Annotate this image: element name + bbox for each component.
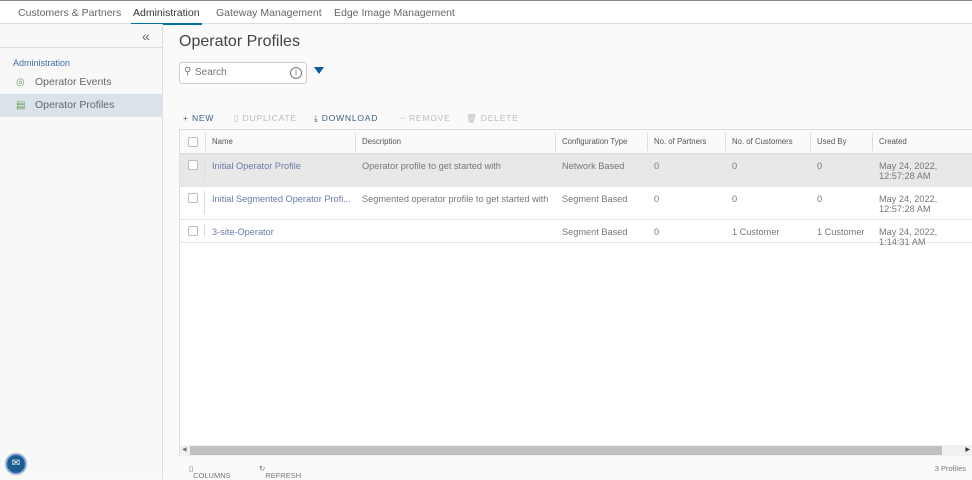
duplicate-button[interactable]: ▯ DUPLICATE	[234, 113, 297, 124]
divider	[204, 158, 205, 181]
top-nav: Customers & Partners Administration Gate…	[0, 0, 972, 25]
cell-name[interactable]: 3-site-Operator	[212, 220, 352, 237]
refresh-button[interactable]: ↻ REFRESH	[259, 464, 301, 480]
duplicate-label: DUPLICATE	[242, 113, 297, 123]
cell-config: Network Based	[562, 161, 625, 171]
new-button[interactable]: + NEW	[183, 113, 214, 123]
tab-gateway-management[interactable]: Gateway Management	[216, 7, 322, 19]
profiles-icon: ▤	[16, 100, 26, 111]
row-checkbox[interactable]	[188, 226, 198, 236]
column-header-customers[interactable]: No. of Customers	[725, 133, 810, 151]
sidebar-item-operator-events[interactable]: ◎ Operator Events	[0, 71, 163, 94]
profiles-table: Name Description Configuration Type No. …	[179, 129, 972, 456]
sidebar-item-operator-profiles[interactable]: ▤ Operator Profiles	[0, 94, 163, 117]
cell-customers: 0	[732, 161, 738, 171]
table-footer: ▯ COLUMNS ↻ REFRESH 3 Profiles	[180, 457, 972, 480]
sidebar-item-label: Operator Profiles	[35, 99, 115, 111]
download-label: DOWNLOAD	[321, 113, 379, 123]
divider	[204, 191, 205, 214]
page-title: Operator Profiles	[179, 33, 300, 50]
scroll-right-icon[interactable]: ▶	[965, 446, 970, 453]
divider	[204, 224, 205, 237]
delete-button[interactable]: 🗑 DELETE	[466, 113, 519, 124]
row-checkbox[interactable]	[188, 193, 198, 203]
table-header: Name Description Configuration Type No. …	[180, 130, 972, 154]
download-button[interactable]: ⤓ DOWNLOAD	[314, 113, 378, 124]
cell-name[interactable]: Initial Operator Profile	[212, 154, 352, 171]
scroll-left-icon[interactable]: ◀	[182, 446, 187, 453]
cell-name[interactable]: Initial Segmented Operator Profi...	[212, 187, 352, 204]
table-row[interactable]: Initial Operator Profile Operator profile…	[180, 154, 972, 187]
column-header-config-type[interactable]: Configuration Type	[555, 133, 647, 151]
tab-customers-partners[interactable]: Customers & Partners	[18, 7, 121, 19]
tab-edge-image-management[interactable]: Edge Image Management	[334, 7, 455, 19]
cell-partners: 0	[654, 227, 660, 237]
column-header-name[interactable]: Name	[205, 133, 355, 151]
sidebar: « Administration ◎ Operator Events ▤ Ope…	[0, 24, 163, 479]
sidebar-section-title: Administration	[13, 58, 71, 68]
cell-description	[362, 220, 552, 227]
search-icon: ⚲	[184, 66, 192, 77]
select-all-checkbox[interactable]	[188, 137, 198, 147]
remove-label: REMOVE	[408, 113, 451, 123]
cell-used-by: 0	[817, 161, 823, 171]
tab-administration[interactable]: Administration	[131, 7, 202, 25]
row-checkbox[interactable]	[188, 160, 198, 170]
cell-description: Operator profile to get started with	[362, 161, 501, 171]
collapse-sidebar-icon[interactable]: «	[142, 28, 150, 44]
cell-created: May 24, 2022, 1:14:31 AM	[879, 227, 938, 247]
divider	[0, 47, 163, 48]
table-row[interactable]: 3-site-Operator Segment Based 0 1 Customer 1…	[180, 220, 972, 247]
chat-support-icon[interactable]: ✉	[5, 453, 27, 475]
cell-created: May 24, 2022, 12:57:28 AM	[879, 161, 938, 181]
cell-customers: 1 Customer	[732, 227, 780, 237]
column-header-partners[interactable]: No. of Partners	[647, 133, 725, 151]
delete-label: DELETE	[480, 113, 519, 123]
cell-description: Segmented operator profile to get starte…	[362, 194, 549, 204]
events-icon: ◎	[16, 77, 25, 88]
profile-count: 3 Profiles	[934, 464, 966, 473]
remove-button[interactable]: − REMOVE	[400, 113, 451, 123]
sidebar-item-label: Operator Events	[35, 76, 112, 88]
cell-partners: 0	[654, 194, 660, 204]
column-header-used-by[interactable]: Used By	[810, 133, 872, 151]
info-icon[interactable]: i	[290, 67, 302, 79]
scrollbar-thumb[interactable]	[190, 446, 942, 455]
column-header-description[interactable]: Description	[355, 133, 555, 151]
cell-created: May 24, 2022, 12:57:28 AM	[879, 194, 938, 214]
filter-icon[interactable]	[314, 67, 324, 74]
column-header-created[interactable]: Created	[872, 133, 972, 151]
search-box: ⚲ i	[179, 62, 307, 84]
table-row[interactable]: Initial Segmented Operator Profi... Segme…	[180, 187, 972, 220]
new-label: NEW	[191, 113, 215, 123]
cell-config: Segment Based	[562, 227, 628, 237]
cell-config: Segment Based	[562, 194, 628, 204]
cell-partners: 0	[654, 161, 660, 171]
search-input[interactable]	[195, 67, 285, 78]
horizontal-scrollbar[interactable]: ◀ ▶	[180, 445, 972, 456]
columns-button[interactable]: ▯ COLUMNS	[189, 464, 231, 480]
cell-customers: 0	[732, 194, 738, 204]
cell-used-by: 1 Customer	[817, 227, 865, 237]
cell-used-by: 0	[817, 194, 823, 204]
